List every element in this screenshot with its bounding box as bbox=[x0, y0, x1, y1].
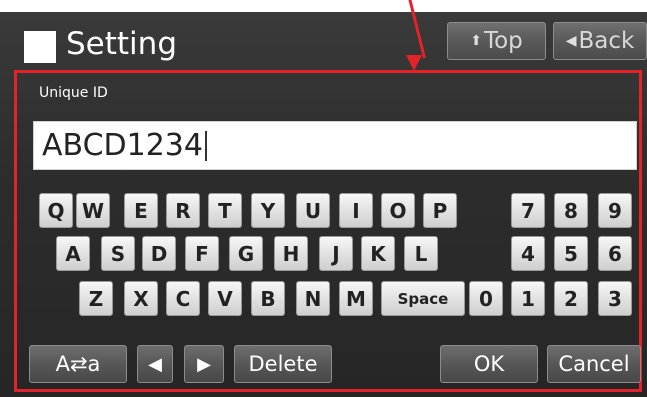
key-6[interactable]: 6 bbox=[598, 236, 632, 271]
title-square-icon bbox=[24, 31, 56, 63]
key-z[interactable]: Z bbox=[79, 281, 113, 316]
key-x[interactable]: X bbox=[124, 281, 158, 316]
key-f[interactable]: F bbox=[185, 236, 219, 271]
page-title: Setting bbox=[66, 26, 177, 62]
key-2[interactable]: 2 bbox=[554, 281, 588, 316]
text-caret bbox=[204, 130, 207, 161]
back-button[interactable]: ◀ Back bbox=[553, 22, 647, 60]
unique-id-input[interactable]: ABCD1234 bbox=[33, 121, 637, 170]
key-r[interactable]: R bbox=[166, 193, 200, 228]
space-key[interactable]: Space bbox=[381, 281, 465, 316]
top-button[interactable]: ⬆ Top bbox=[447, 22, 546, 60]
arrow-up-icon: ⬆ bbox=[470, 33, 482, 49]
key-7[interactable]: 7 bbox=[511, 193, 545, 228]
ok-button[interactable]: OK bbox=[440, 345, 538, 383]
key-y[interactable]: Y bbox=[251, 193, 285, 228]
key-0[interactable]: 0 bbox=[469, 281, 503, 316]
key-v[interactable]: V bbox=[208, 281, 242, 316]
cursor-left-button[interactable]: ◀ bbox=[137, 345, 173, 383]
key-q[interactable]: Q bbox=[39, 193, 73, 228]
key-l[interactable]: L bbox=[404, 236, 438, 271]
key-k[interactable]: K bbox=[361, 236, 395, 271]
key-j[interactable]: J bbox=[319, 236, 353, 271]
case-toggle-button[interactable]: A⇄a bbox=[29, 345, 127, 383]
key-m[interactable]: M bbox=[339, 281, 373, 316]
key-p[interactable]: P bbox=[423, 193, 457, 228]
key-i[interactable]: I bbox=[339, 193, 373, 228]
key-5[interactable]: 5 bbox=[554, 236, 588, 271]
key-o[interactable]: O bbox=[381, 193, 415, 228]
key-3[interactable]: 3 bbox=[598, 281, 632, 316]
key-t[interactable]: T bbox=[208, 193, 242, 228]
key-h[interactable]: H bbox=[274, 236, 308, 271]
cursor-right-button[interactable]: ▶ bbox=[184, 345, 224, 383]
back-button-label: Back bbox=[578, 28, 635, 54]
key-g[interactable]: G bbox=[229, 236, 263, 271]
delete-button[interactable]: Delete bbox=[234, 345, 332, 383]
top-button-label: Top bbox=[483, 28, 523, 54]
key-9[interactable]: 9 bbox=[598, 193, 632, 228]
key-c[interactable]: C bbox=[166, 281, 200, 316]
annotation-frame bbox=[14, 70, 642, 392]
key-1[interactable]: 1 bbox=[511, 281, 545, 316]
key-8[interactable]: 8 bbox=[554, 193, 588, 228]
key-e[interactable]: E bbox=[124, 193, 158, 228]
triangle-left-icon: ◀ bbox=[148, 353, 162, 375]
key-n[interactable]: N bbox=[296, 281, 330, 316]
key-b[interactable]: B bbox=[251, 281, 285, 316]
unique-id-label: Unique ID bbox=[39, 85, 108, 101]
cancel-button[interactable]: Cancel bbox=[547, 345, 641, 383]
unique-id-value: ABCD1234 bbox=[42, 128, 203, 163]
key-d[interactable]: D bbox=[142, 236, 176, 271]
key-u[interactable]: U bbox=[296, 193, 330, 228]
key-4[interactable]: 4 bbox=[511, 236, 545, 271]
key-s[interactable]: S bbox=[101, 236, 135, 271]
back-arrow-icon: ◀ bbox=[565, 33, 577, 49]
triangle-right-icon: ▶ bbox=[197, 353, 211, 375]
key-w[interactable]: W bbox=[76, 193, 110, 228]
annotation-arrow-head bbox=[406, 55, 422, 71]
key-a[interactable]: A bbox=[56, 236, 90, 271]
